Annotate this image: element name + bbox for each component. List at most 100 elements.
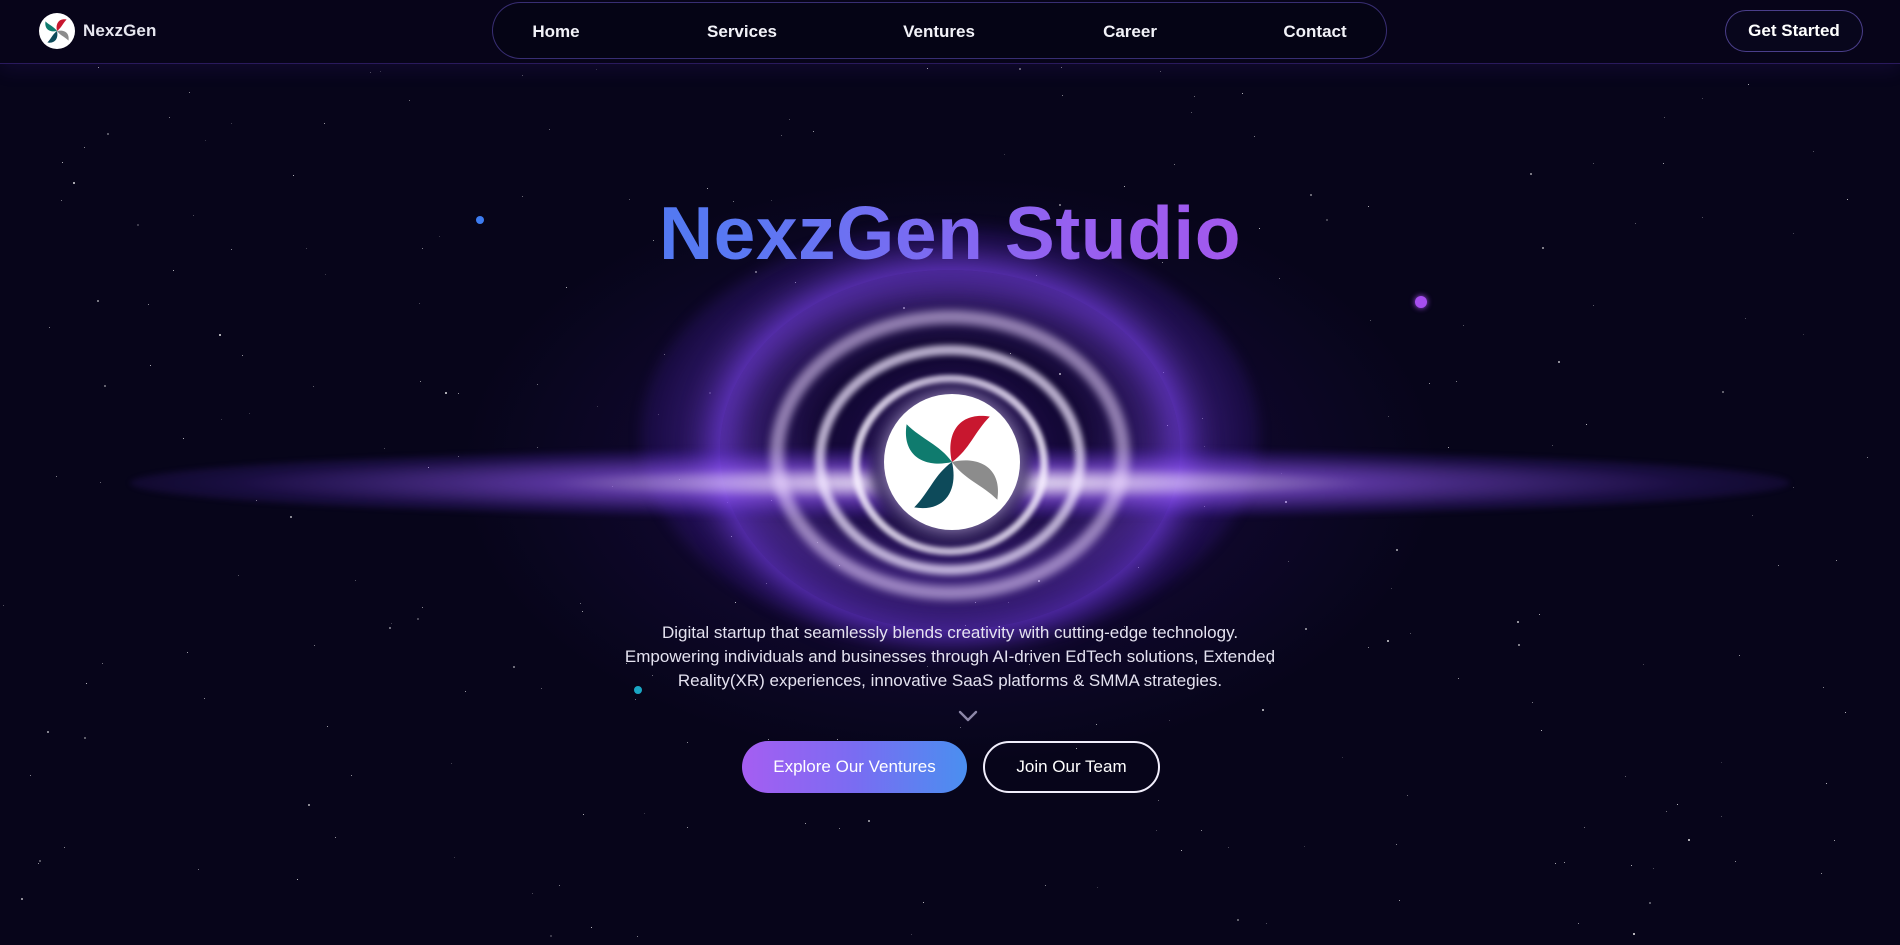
star <box>709 392 711 394</box>
star <box>297 879 298 880</box>
swirl-logo-icon <box>39 13 75 49</box>
star <box>3 605 4 606</box>
star <box>242 355 243 356</box>
star <box>582 611 583 612</box>
star <box>137 224 139 226</box>
star <box>868 820 870 822</box>
star <box>98 67 99 68</box>
star <box>39 860 41 862</box>
explore-ventures-button[interactable]: Explore Our Ventures <box>742 741 967 793</box>
star <box>789 119 790 120</box>
star <box>1158 800 1159 801</box>
star <box>580 603 581 604</box>
star <box>1163 372 1164 373</box>
star <box>1342 757 1343 758</box>
star <box>1396 549 1398 551</box>
star <box>1038 580 1040 582</box>
star <box>1096 724 1097 725</box>
star <box>766 583 767 584</box>
brand-link[interactable]: NexzGen <box>39 13 156 49</box>
star <box>1532 702 1533 703</box>
star <box>1635 223 1636 224</box>
star <box>422 607 423 608</box>
star <box>522 75 523 76</box>
star <box>458 456 459 457</box>
star <box>1643 664 1644 665</box>
star <box>1593 305 1594 306</box>
star <box>1062 95 1063 96</box>
nav-item-home[interactable]: Home <box>532 3 579 60</box>
star <box>1631 865 1632 866</box>
nav-item-career[interactable]: Career <box>1103 3 1157 60</box>
star <box>1803 334 1804 335</box>
star <box>805 823 806 824</box>
star <box>1004 154 1005 155</box>
floating-particle <box>634 686 642 694</box>
star <box>735 602 736 603</box>
star <box>384 448 385 449</box>
star <box>727 502 728 503</box>
nav-item-services[interactable]: Services <box>707 3 777 60</box>
star <box>687 827 688 828</box>
star <box>355 580 356 581</box>
star <box>221 419 222 420</box>
star <box>583 814 584 815</box>
star <box>458 393 459 394</box>
star <box>1204 506 1205 507</box>
star <box>1228 847 1229 848</box>
star <box>795 282 796 283</box>
join-team-button[interactable]: Join Our Team <box>983 741 1160 793</box>
star <box>1836 560 1837 561</box>
star <box>1584 827 1585 828</box>
main-nav: Home Services Ventures Career Contact <box>492 2 1387 59</box>
star <box>532 893 533 894</box>
star <box>84 737 86 739</box>
star <box>1368 647 1369 648</box>
star <box>1174 164 1175 165</box>
star <box>1735 861 1736 862</box>
star <box>1722 391 1724 393</box>
star <box>1721 762 1722 763</box>
star <box>370 72 371 73</box>
star <box>1558 361 1560 363</box>
star <box>1204 446 1205 447</box>
chevron-down-icon[interactable] <box>957 709 979 723</box>
star <box>325 274 326 275</box>
star <box>1061 67 1062 68</box>
nav-item-ventures[interactable]: Ventures <box>903 3 975 60</box>
star <box>1593 163 1594 164</box>
star <box>644 813 645 814</box>
star <box>454 857 455 858</box>
star <box>1813 151 1814 152</box>
star <box>419 303 420 304</box>
star <box>768 739 769 740</box>
star <box>56 476 57 477</box>
star <box>107 133 109 135</box>
get-started-button[interactable]: Get Started <box>1725 10 1863 52</box>
floating-particle <box>476 216 484 224</box>
star <box>1097 887 1098 888</box>
star <box>1664 117 1665 118</box>
star <box>1530 173 1532 175</box>
star <box>256 500 257 501</box>
star <box>1649 902 1651 904</box>
star <box>445 392 447 394</box>
star <box>1821 873 1822 874</box>
star <box>308 804 310 806</box>
star <box>409 100 410 101</box>
star <box>1653 868 1654 869</box>
star <box>1748 84 1749 85</box>
nav-item-contact[interactable]: Contact <box>1283 3 1346 60</box>
star <box>1194 96 1195 97</box>
star <box>1663 163 1664 164</box>
star <box>61 200 62 201</box>
star <box>1793 233 1794 234</box>
star <box>1167 425 1168 426</box>
star <box>597 406 598 407</box>
star <box>428 467 429 468</box>
star <box>1156 830 1157 831</box>
star <box>238 575 239 576</box>
star <box>335 837 336 838</box>
star <box>73 182 75 184</box>
star <box>1578 923 1579 924</box>
